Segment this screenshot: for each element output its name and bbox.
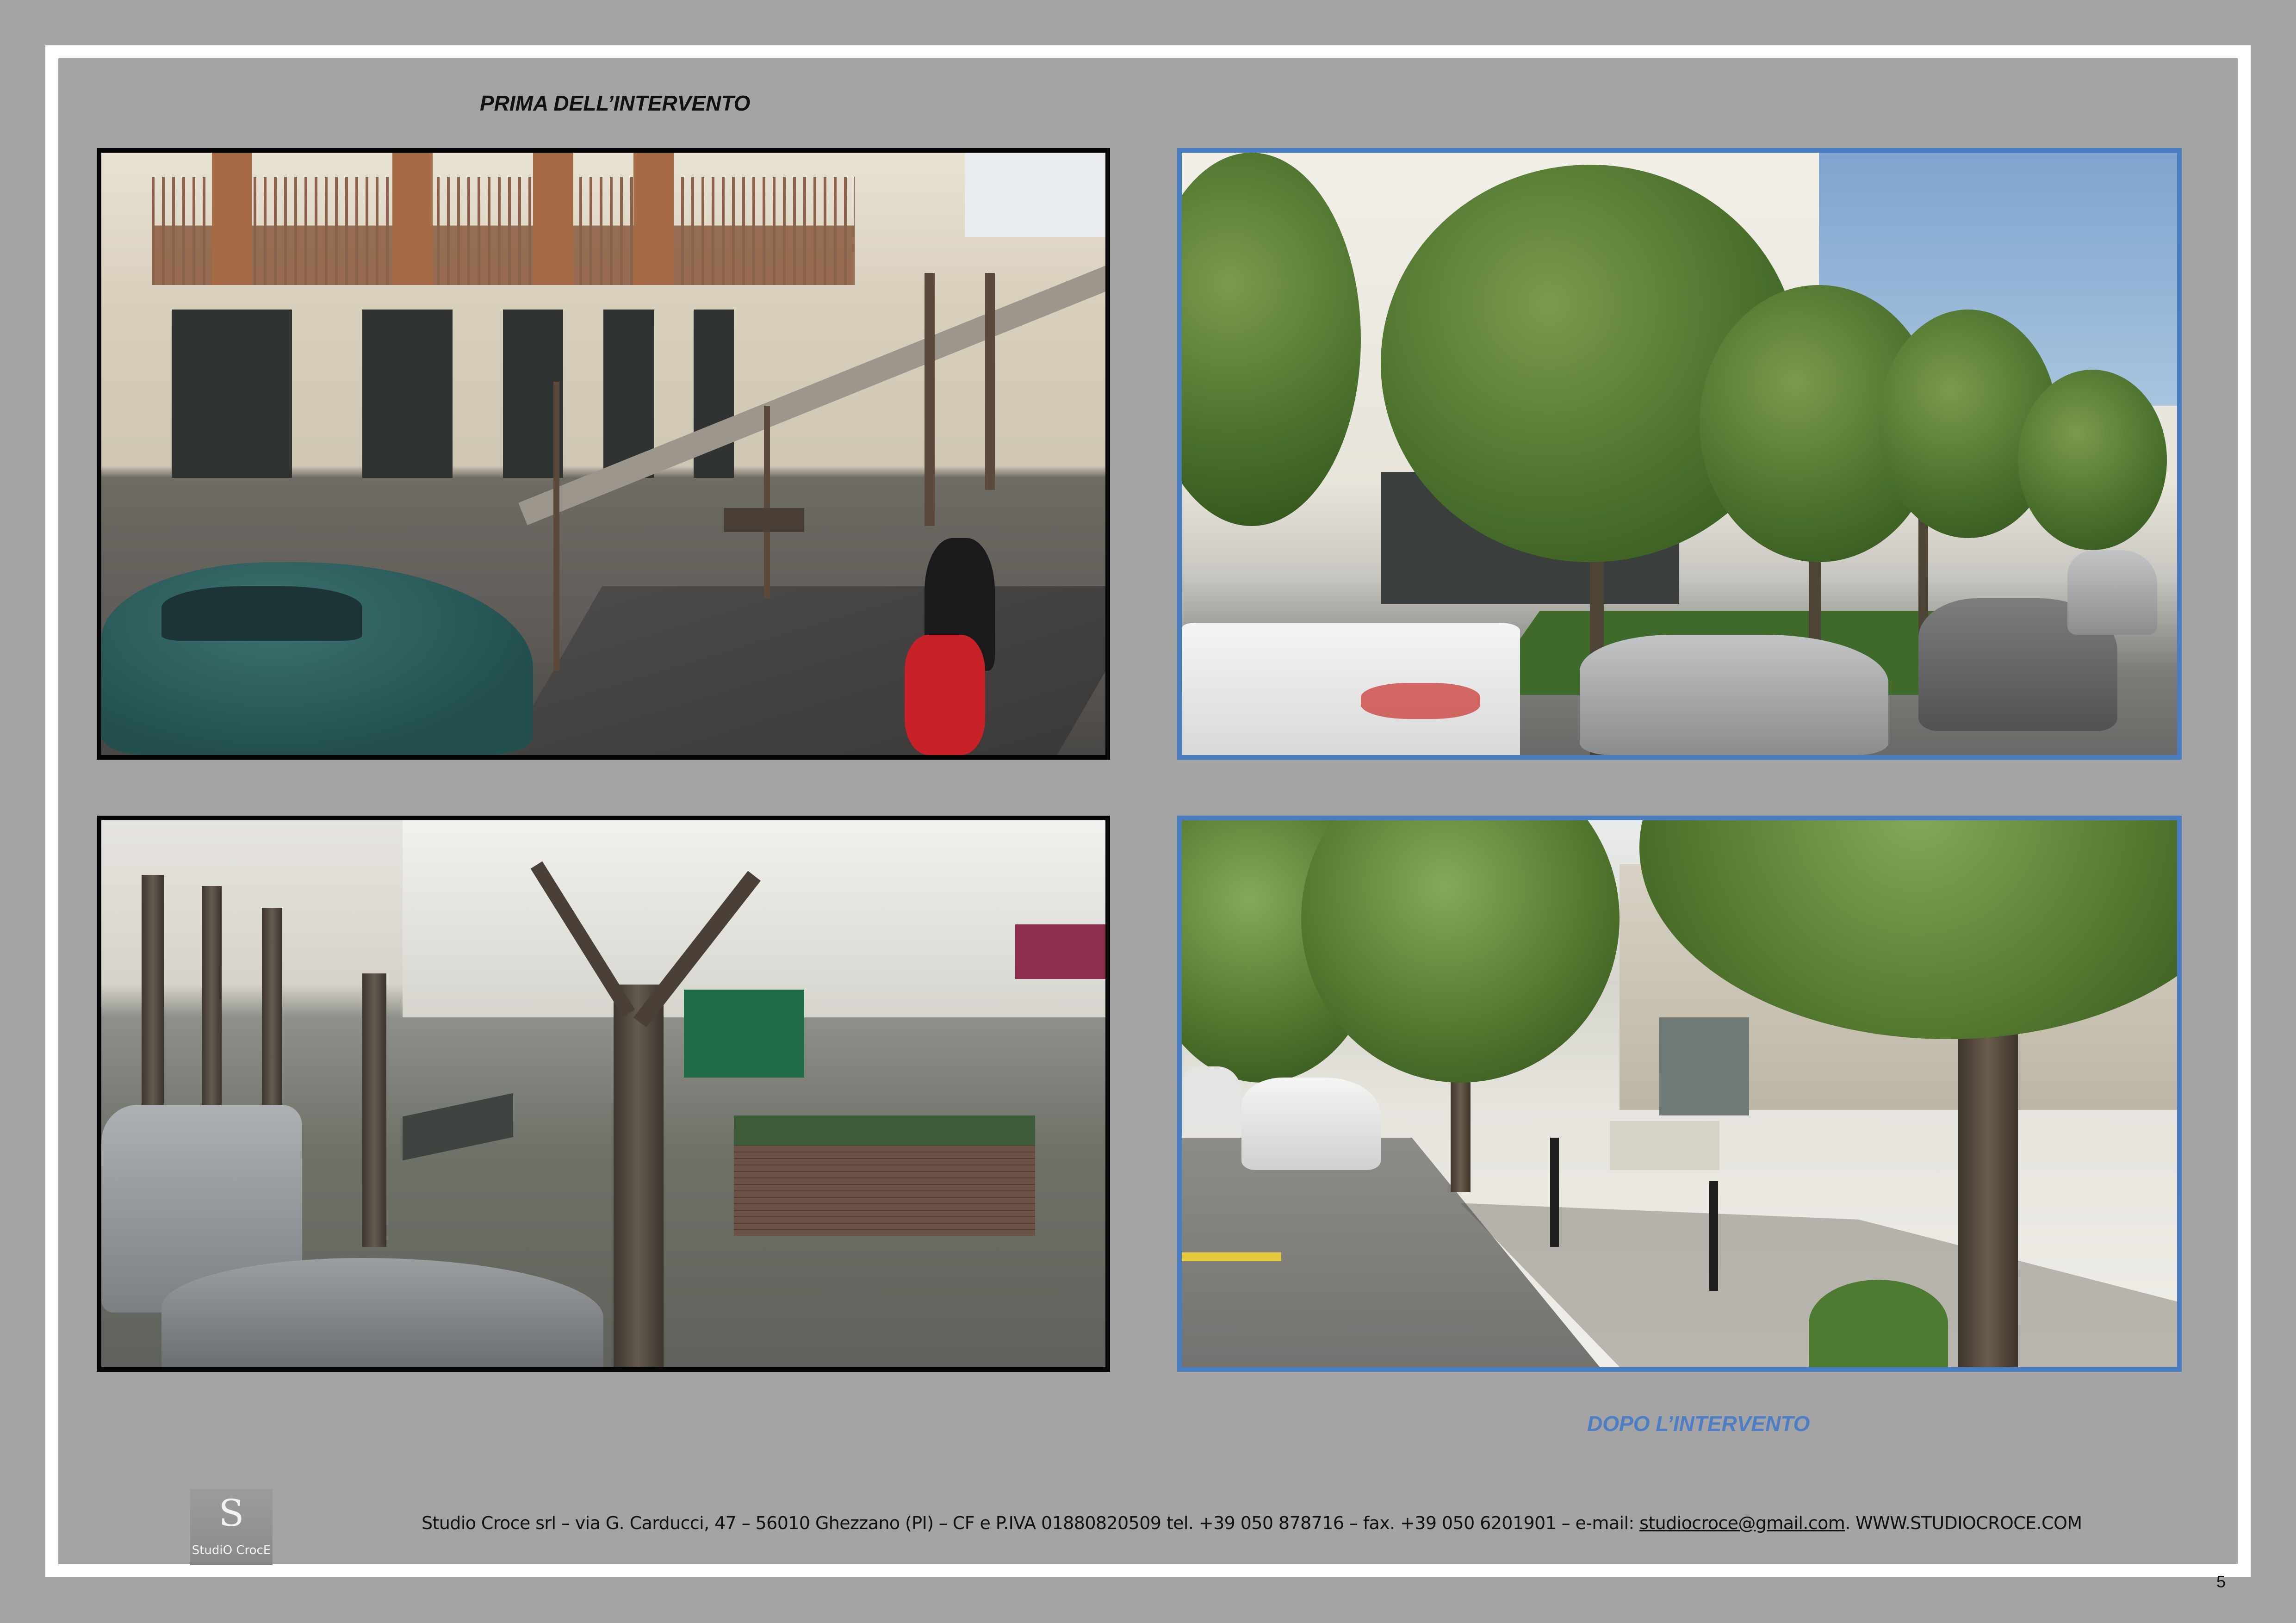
photo-tree-trunk — [262, 908, 282, 1138]
photo-tree — [985, 273, 995, 490]
photo-shutter — [533, 153, 573, 285]
photo-shopfront — [1659, 1017, 1750, 1116]
after-title: DOPO L’INTERVENTO — [1587, 1412, 1810, 1436]
footer-address: Studio Croce srl – via G. Carducci, 47 –… — [422, 1513, 1640, 1533]
logo-text: StudiO CrocE — [192, 1543, 271, 1557]
photo-car — [1580, 634, 1889, 755]
photo-kiosk — [683, 990, 804, 1078]
photo-scooter — [905, 634, 985, 755]
logo-mark: S — [218, 1492, 244, 1535]
photo-road — [504, 586, 1105, 755]
photo-car-window — [161, 586, 363, 641]
photo-van-logo — [1361, 682, 1481, 719]
footer-website: . WWW.STUDIOCROCE.COM — [1845, 1513, 2082, 1533]
footer-contact: Studio Croce srl – via G. Carducci, 47 –… — [422, 1513, 2082, 1533]
photo-tree — [553, 381, 559, 671]
photo-after-bottom — [1177, 816, 2182, 1372]
photo-before-top — [97, 148, 1110, 760]
photo-car — [1182, 1066, 1242, 1132]
photo-tree — [764, 405, 770, 599]
photo-bench — [724, 508, 804, 533]
photo-bollard — [1709, 1181, 1719, 1291]
photo-shopfront — [171, 309, 292, 478]
photo-shutter — [211, 153, 252, 285]
photo-sky — [965, 153, 1105, 237]
before-title: PRIMA DELL’INTERVENTO — [480, 91, 751, 115]
photo-tree — [2017, 369, 2167, 551]
photo-tree — [925, 273, 935, 527]
photo-bollard — [1550, 1137, 1559, 1247]
photo-planter — [734, 1115, 1036, 1236]
photo-shopfront — [362, 309, 453, 478]
photo-tree-trunk — [362, 973, 387, 1247]
photo-before-bottom — [97, 816, 1110, 1372]
photo-shutter — [392, 153, 433, 285]
page-number: 5 — [2216, 1572, 2226, 1591]
studio-logo: S StudiO CrocE — [190, 1489, 273, 1565]
photo-building — [403, 820, 1105, 1017]
photo-tree-trunk — [202, 886, 222, 1138]
email-link[interactable]: studiocroce@gmail.com — [1639, 1513, 1845, 1533]
photo-tree-trunk — [1958, 995, 2018, 1367]
photo-bench — [1609, 1121, 1719, 1171]
photo-car — [1241, 1077, 1381, 1171]
photo-bush — [1809, 1279, 1948, 1367]
photo-tree-trunk — [141, 875, 164, 1138]
photo-balconies — [151, 177, 855, 285]
photo-road-marking — [1182, 1252, 1282, 1261]
photo-after-top — [1177, 148, 2182, 760]
photo-tree-trunk — [613, 984, 664, 1367]
photo-shutter — [633, 153, 674, 285]
photo-car — [2067, 550, 2157, 635]
photo-banner — [1015, 924, 1105, 979]
